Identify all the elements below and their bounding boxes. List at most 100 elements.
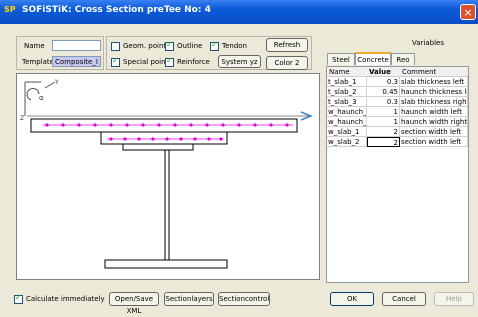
cell-name: w_slab_1 [327, 127, 367, 137]
cell-value[interactable]: 1 [367, 117, 400, 127]
reinforce-point [165, 137, 169, 141]
reinforce-point [193, 137, 197, 141]
table-row[interactable]: w_slab_1 2 section width left [327, 127, 468, 137]
cell-name: t_slab_3 [327, 97, 367, 107]
rotation-icon [26, 87, 40, 101]
reinforce-point [45, 123, 49, 127]
reinforce-point [221, 123, 225, 127]
system-yz-button[interactable]: System yz [218, 55, 261, 68]
cross-section-canvas[interactable]: α Y Z [16, 73, 320, 280]
reinforce-point [141, 123, 145, 127]
title-bar: SP SOFiSTiK: Cross Section preTee No: 4 … [0, 0, 478, 24]
cell-name: w_haunch_2 [327, 117, 367, 127]
cell-value[interactable]: 0.3 [367, 77, 400, 87]
calculate-immediately-checkbox[interactable] [14, 293, 23, 304]
reinforce-point [189, 123, 193, 127]
geom-point-label: Geom. point [123, 42, 167, 50]
cell-value[interactable]: 1 [367, 107, 400, 117]
cell-comment: section width left [400, 137, 468, 147]
cell-value[interactable]: 0.45 [367, 87, 400, 97]
cell-value[interactable]: 2 [367, 137, 400, 147]
cancel-button[interactable]: Cancel [382, 292, 426, 306]
template-input[interactable]: Composite_I [52, 56, 101, 67]
color2-button[interactable]: Color 2 [266, 56, 308, 70]
cross-section-drawing: α Y Z [20, 79, 314, 269]
reinforce-point [109, 123, 113, 127]
window-title: SOFiSTiK: Cross Section preTee No: 4 [22, 5, 211, 15]
y-axis-arrow [44, 81, 56, 89]
refresh-button[interactable]: Refresh [266, 38, 308, 52]
reinforce-point [205, 123, 209, 127]
cell-name: t_slab_2 [327, 87, 367, 97]
reinforce-point [237, 123, 241, 127]
cell-value[interactable]: 0.3 [367, 97, 400, 107]
geom-point-checkbox[interactable] [111, 42, 120, 51]
reinforce-point [269, 123, 273, 127]
app-icon: SP [4, 5, 16, 14]
tendon-checkbox[interactable] [210, 40, 219, 51]
cell-comment: haunch width left [400, 107, 468, 117]
reinforce-point [61, 123, 65, 127]
reinforce-checkbox[interactable] [165, 56, 174, 67]
reinforce-point [207, 137, 211, 141]
deck-slab-outline [30, 118, 298, 133]
variables-heading: Variables [412, 39, 444, 47]
cell-comment: slab thickness right [400, 97, 468, 107]
tab-steel[interactable]: Steel [327, 53, 355, 65]
alpha-label: α [39, 94, 44, 102]
reinforce-point [253, 123, 257, 127]
calculate-immediately-label: Calculate immediately [26, 295, 105, 303]
outline-checkbox[interactable] [165, 40, 174, 51]
cell-comment: section width left [400, 127, 468, 137]
close-button[interactable]: × [460, 4, 476, 20]
special-point-label: Special point [123, 58, 169, 66]
template-label: Template [22, 58, 54, 66]
reinforce-point [285, 123, 289, 127]
section-control-button[interactable]: Sectioncontrol [218, 292, 270, 306]
reinforce-point [219, 137, 223, 141]
z-axis-label: Z [20, 115, 24, 122]
reinforce-point [125, 123, 129, 127]
close-icon: × [463, 6, 473, 19]
cell-comment: haunch width right [400, 117, 468, 127]
cell-name: t_slab_1 [327, 77, 367, 87]
tab-reo[interactable]: Reo [391, 53, 415, 65]
table-row[interactable]: w_haunch_1 1 haunch width left [327, 107, 468, 117]
reinforce-point [137, 137, 141, 141]
bottom-flange-outline [104, 259, 228, 269]
cell-name: w_slab_2 [327, 137, 367, 147]
reinforce-point [157, 123, 161, 127]
column-header-name[interactable]: Name [327, 67, 367, 77]
ok-button[interactable]: OK [330, 292, 374, 306]
help-button[interactable]: Help [434, 292, 474, 306]
top-flange-outline [122, 143, 194, 151]
tendon-label: Tendon [222, 42, 247, 50]
table-row[interactable]: w_haunch_2 1 haunch width right [327, 117, 468, 127]
table-row[interactable]: t_slab_2 0.45 haunch thickness le [327, 87, 468, 97]
variables-table: Name Value Comment t_slab_1 0.3 slab thi… [326, 66, 469, 283]
cell-value[interactable]: 2 [367, 127, 400, 137]
reinforce-point [123, 137, 127, 141]
reinforce-point [173, 123, 177, 127]
name-input[interactable] [52, 40, 101, 51]
column-header-comment[interactable]: Comment [400, 67, 468, 77]
table-row[interactable]: w_slab_2 2 section width left [327, 137, 468, 147]
open-save-xml-button[interactable]: Open/Save XML [109, 292, 159, 315]
reinforce-point [109, 137, 113, 141]
section-layers-button[interactable]: Sectionlayers [164, 292, 214, 306]
table-row[interactable]: t_slab_1 0.3 slab thickness left [327, 77, 468, 87]
tab-concrete[interactable]: Concrete [355, 52, 391, 65]
special-point-checkbox[interactable] [111, 56, 120, 67]
name-label: Name [24, 42, 45, 50]
reinforce-point [179, 137, 183, 141]
cell-name: w_haunch_1 [327, 107, 367, 117]
table-row[interactable]: t_slab_3 0.3 slab thickness right [327, 97, 468, 107]
reinforce-point [93, 123, 97, 127]
outline-label: Outline [177, 42, 203, 50]
reinforce-label: Reinforce [177, 58, 210, 66]
cell-comment: haunch thickness le [400, 87, 468, 97]
cell-comment: slab thickness left [400, 77, 468, 87]
column-header-value[interactable]: Value [367, 67, 400, 77]
reinforce-point [77, 123, 81, 127]
reinforce-point [151, 137, 155, 141]
